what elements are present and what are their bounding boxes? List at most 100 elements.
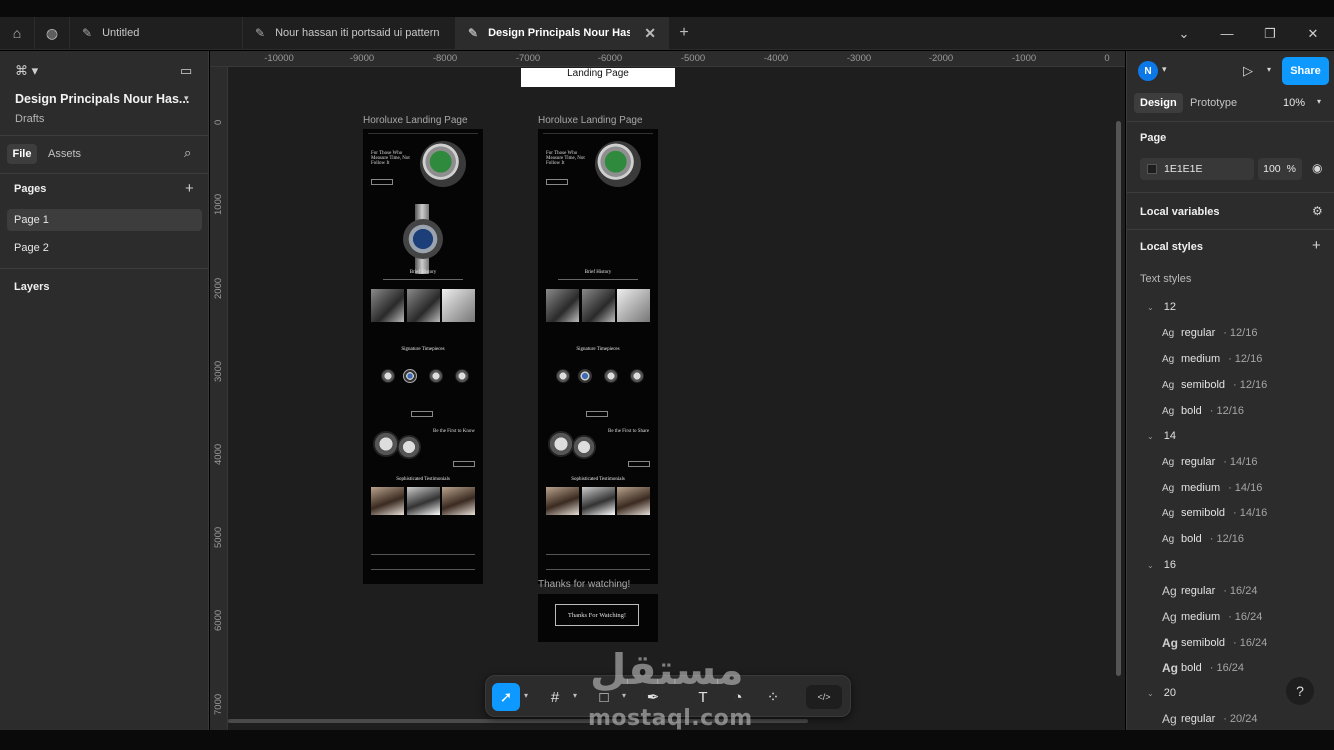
frame-tool-icon[interactable]: # [541, 683, 569, 711]
text-style-icon: Ag [1162, 584, 1177, 598]
page-opacity-field[interactable]: 100 % [1258, 158, 1302, 180]
text-style-row[interactable]: Ag bold · 12/16 [1162, 405, 1244, 417]
landing-frame-1[interactable]: For Those Who Measure Time, Not Follow I… [363, 129, 483, 584]
components-tool-icon[interactable]: ⁘ [759, 683, 787, 711]
add-style-icon[interactable]: + [1312, 237, 1321, 254]
dev-mode-toggle-icon[interactable]: </> [806, 685, 842, 709]
style-spec: 12/16 [1216, 533, 1244, 545]
mini-footer [546, 554, 650, 555]
text-style-row[interactable]: Ag regular · 20/24 [1162, 712, 1257, 726]
style-group-14[interactable]: ⌄ 14 [1147, 430, 1176, 442]
new-tab-icon[interactable]: + [669, 17, 699, 50]
restore-icon[interactable]: ❐ [1248, 17, 1292, 50]
divider [0, 268, 209, 269]
frame-label[interactable]: Horoluxe Landing Page [363, 115, 468, 126]
canvas[interactable]: -10000 -9000 -8000 -7000 -6000 -5000 -40… [210, 51, 1125, 730]
help-icon[interactable]: ? [1286, 677, 1314, 705]
play-icon[interactable]: ▷ [1243, 63, 1253, 79]
variables-settings-icon[interactable]: ⚙ [1312, 204, 1323, 218]
text-style-row[interactable]: Ag medium · 16/24 [1162, 610, 1262, 624]
text-style-row[interactable]: Ag bold · 16/24 [1162, 661, 1244, 675]
testimonial-image [617, 487, 650, 515]
mini-testimonials: Sophisticated Testimonials [571, 477, 625, 482]
vertical-scrollbar[interactable] [1116, 121, 1121, 676]
chevron-down-icon[interactable]: ▾ [1267, 65, 1271, 74]
landing-frame-2[interactable]: For Those Who Measure Time, Not Follow I… [538, 129, 658, 584]
chevron-down-icon: ⌄ [1147, 561, 1154, 570]
local-variables-heading[interactable]: Local variables [1140, 206, 1220, 218]
minimize-icon[interactable]: — [1205, 17, 1249, 50]
close-window-icon[interactable]: ✕ [1291, 17, 1334, 50]
ruler-tick: 3000 [213, 360, 224, 382]
chevron-down-icon[interactable]: ▾ [184, 93, 189, 104]
tab-file[interactable]: File [7, 144, 37, 164]
tab-prototype[interactable]: Prototype [1184, 93, 1243, 113]
text-style-row[interactable]: Ag semibold · 12/16 [1162, 379, 1267, 391]
page-item-1[interactable]: Page 1 [7, 209, 202, 231]
group-size: 16 [1163, 559, 1176, 571]
file-location[interactable]: Drafts [15, 113, 44, 125]
text-style-row[interactable]: Ag semibold · 16/24 [1162, 636, 1267, 650]
add-page-icon[interactable]: + [185, 180, 194, 197]
figma-menu-icon[interactable]: ⌘ ▾ [15, 63, 38, 79]
separator: · [1223, 713, 1227, 725]
chevron-down-icon[interactable]: ⌄ [1162, 17, 1206, 50]
text-style-icon: Ag [1162, 636, 1178, 650]
eye-icon[interactable]: ◉ [1312, 161, 1322, 175]
zoom-level[interactable]: 10% [1277, 93, 1311, 113]
text-style-row[interactable]: Ag bold · 12/16 [1162, 533, 1244, 545]
file-title[interactable]: Design Principals Nour Has... [15, 92, 189, 106]
page-item-2[interactable]: Page 2 [7, 237, 202, 259]
tab-assets[interactable]: Assets [48, 148, 81, 160]
move-tool-icon[interactable]: ➚ [492, 683, 520, 711]
text-style-row[interactable]: Ag regular · 14/16 [1162, 456, 1257, 468]
globe-icon[interactable]: ◍ [35, 16, 70, 50]
separator: · [1209, 662, 1214, 674]
watermark-arabic: مستقل [590, 645, 744, 694]
style-spec: 14/16 [1234, 482, 1263, 494]
mini-subscribe-button [628, 461, 650, 467]
text-style-row[interactable]: Ag regular · 12/16 [1162, 327, 1257, 339]
tab-iti-pattern[interactable]: ✎ Nour hassan iti portsaid ui pattern [243, 16, 456, 50]
sidebar-toggle-icon[interactable]: ▭ [180, 63, 192, 79]
ruler-tick: 2000 [213, 277, 224, 299]
frame-label[interactable]: Thanks for watching! [538, 579, 630, 590]
chevron-down-icon[interactable]: ▾ [1162, 64, 1167, 75]
chevron-down-icon[interactable]: ▾ [573, 691, 577, 700]
chevron-down-icon[interactable]: ▾ [1317, 97, 1321, 106]
frame-label[interactable]: Horoluxe Landing Page [538, 115, 643, 126]
home-icon[interactable]: ⌂ [0, 16, 35, 50]
style-spec: 16/24 [1234, 611, 1263, 623]
ruler-tick: 5000 [213, 526, 224, 548]
color-swatch[interactable] [1147, 164, 1157, 174]
ruler-tick: -8000 [432, 53, 458, 64]
tab-untitled[interactable]: ✎ Untitled [70, 16, 243, 50]
style-group-20[interactable]: ⌄ 20 [1147, 687, 1176, 699]
share-button[interactable]: Share [1282, 57, 1329, 85]
thanks-frame[interactable]: Thanks For Watching! [538, 594, 658, 642]
text-styles-label: Text styles [1140, 273, 1192, 285]
chevron-down-icon[interactable]: ▾ [524, 691, 528, 700]
text-style-icon: Ag [1162, 379, 1175, 391]
text-style-row[interactable]: Ag semibold · 14/16 [1162, 507, 1267, 519]
mini-brief-history: Brief History [409, 270, 437, 275]
landing-page-frame[interactable]: Landing Page [521, 68, 675, 87]
style-group-16[interactable]: ⌄ 16 [1147, 559, 1176, 571]
page-color-field[interactable]: 1E1E1E [1140, 158, 1254, 180]
text-style-row[interactable]: Ag regular · 16/24 [1162, 584, 1257, 598]
search-icon[interactable]: ⌕ [184, 145, 191, 161]
small-watch-image [578, 369, 592, 383]
style-name: semibold [1181, 379, 1226, 391]
text-style-row[interactable]: Ag medium · 12/16 [1162, 353, 1262, 365]
text-style-row[interactable]: Ag medium · 14/16 [1162, 482, 1262, 494]
tab-design-principals[interactable]: ✎ Design Principals Nour Hassan Pr ✕ [456, 16, 669, 50]
tab-design[interactable]: Design [1134, 93, 1183, 113]
page-heading: Page [1140, 132, 1167, 144]
close-tab-icon[interactable]: ✕ [644, 25, 656, 42]
avatar[interactable]: N [1138, 61, 1158, 81]
style-group-12[interactable]: ⌄ 12 [1147, 301, 1176, 313]
small-watch-image [556, 369, 570, 383]
separator: · [1223, 456, 1227, 468]
group-size: 14 [1163, 430, 1176, 442]
figma-file-icon: ✎ [82, 26, 93, 40]
